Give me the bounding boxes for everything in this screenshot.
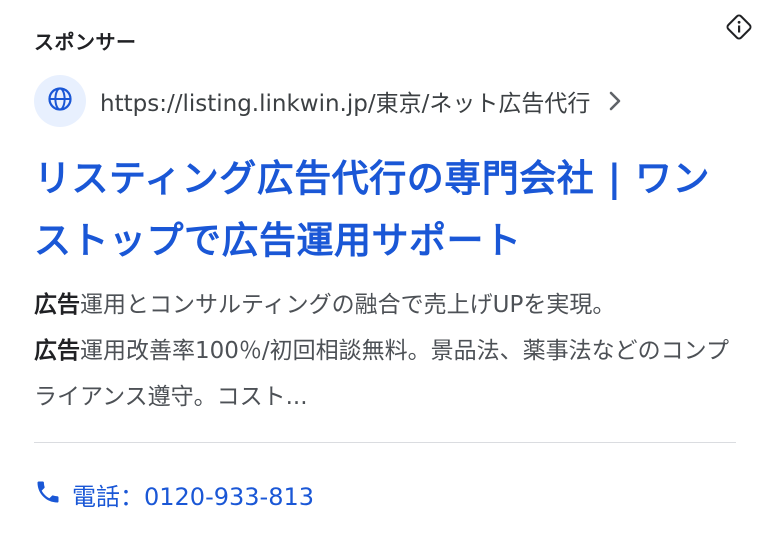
display-url: https://listing.linkwin.jp/東京/ネット広告代行 bbox=[100, 91, 591, 117]
description-text: 運用改善率100％/初回相談無料。景品法、薬事法などのコンプライアンス遵守。コス… bbox=[34, 338, 729, 410]
ad-description: 広告運用とコンサルティングの融合で売上げUPを実現。 広告運用改善率100％/初… bbox=[34, 282, 744, 420]
description-text: 運用とコンサルティングの融合で売上げUPを実現。 bbox=[80, 292, 616, 318]
sponsored-label: スポンサー bbox=[34, 30, 137, 54]
phone-icon bbox=[34, 478, 62, 510]
chevron-right-icon bbox=[608, 90, 622, 112]
call-extension-link[interactable]: 電話：0120-933-813 bbox=[34, 474, 314, 514]
globe-icon bbox=[47, 86, 73, 116]
ad-headline-link[interactable]: リスティング広告代行の専門会社 | ワンストップで広告運用サポート bbox=[34, 148, 744, 272]
display-url-row[interactable]: https://listing.linkwin.jp/東京/ネット広告代行 bbox=[34, 74, 622, 128]
phone-number: 電話：0120-933-813 bbox=[72, 482, 315, 511]
sponsored-ad-card: スポンサー https://listing.linkwin.jp/東京/ネット広… bbox=[0, 0, 768, 540]
description-line-1: 広告運用とコンサルティングの融合で売上げUPを実現。 bbox=[34, 282, 744, 328]
description-keyword: 広告 bbox=[34, 338, 80, 364]
info-diamond-icon bbox=[725, 13, 753, 45]
description-line-2: 広告運用改善率100％/初回相談無料。景品法、薬事法などのコンプライアンス遵守。… bbox=[34, 328, 744, 420]
site-favicon-badge bbox=[34, 75, 86, 127]
divider bbox=[34, 442, 736, 443]
description-keyword: 広告 bbox=[34, 292, 80, 318]
ad-info-button[interactable] bbox=[724, 14, 754, 44]
